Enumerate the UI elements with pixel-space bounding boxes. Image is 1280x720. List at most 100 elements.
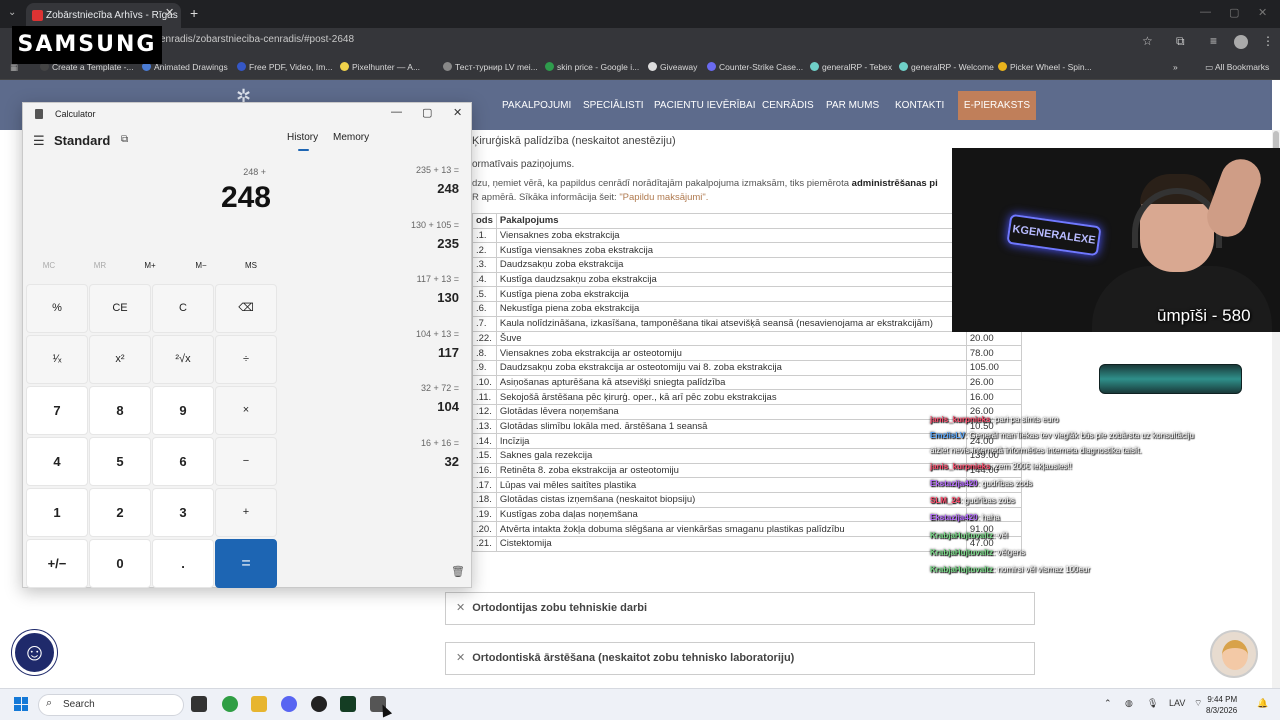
bookmark-3[interactable]: Free PDF, Video, Im... <box>237 62 332 72</box>
close-window-icon[interactable]: ✕ <box>1258 6 1267 19</box>
bookmark-9[interactable]: generalRP - Tebex <box>810 62 892 72</box>
profile-avatar-icon[interactable] <box>1234 35 1248 49</box>
backspace-button[interactable]: ⌫ <box>215 284 277 333</box>
media-control-icon[interactable]: ≡ <box>1210 34 1217 48</box>
nav-pacientu-ieverbai[interactable]: PACIENTU IEVĒRĪBAI <box>654 100 756 111</box>
bookmark-5[interactable]: Тест-турнир LV mei... <box>443 62 538 72</box>
browser-tab[interactable]: Zobārstniecība Arhīvs - Rīgas 1 <box>26 3 181 28</box>
history-expression[interactable]: 130 + 105 = <box>411 220 459 230</box>
plus-button[interactable]: + <box>215 488 277 537</box>
accessibility-icon[interactable]: ☺ <box>12 630 57 675</box>
bookmark-10[interactable]: generalRP - Welcome <box>899 62 994 72</box>
digit-7-button[interactable]: 7 <box>26 386 88 435</box>
ce-button[interactable]: CE <box>89 284 151 333</box>
reciprocal-button[interactable]: ¹⁄ₓ <box>26 335 88 384</box>
bookmark-4[interactable]: Pixelhunter — A... <box>340 62 420 72</box>
bookmark-6[interactable]: skin price - Google i... <box>545 62 639 72</box>
digit-6-button[interactable]: 6 <box>152 437 214 486</box>
history-expression[interactable]: 235 + 13 = <box>416 165 459 175</box>
digit-8-button[interactable]: 8 <box>89 386 151 435</box>
nav-kontakti[interactable]: KONTAKTI <box>895 100 944 111</box>
windows-start-icon[interactable] <box>14 697 28 711</box>
square-button[interactable]: x² <box>89 335 151 384</box>
bookmark-star-icon[interactable]: ☆ <box>1142 34 1153 48</box>
browser-menu-icon[interactable]: ⋮ <box>1262 34 1274 48</box>
app-x-icon[interactable] <box>340 696 356 712</box>
tray-overflow-icon[interactable]: ⌃ <box>1104 698 1112 709</box>
discord-icon[interactable] <box>281 696 297 712</box>
language-indicator[interactable]: LAV <box>1169 698 1185 708</box>
digit-3-button[interactable]: 3 <box>152 488 214 537</box>
nav-cenradis[interactable]: CENRĀDIS <box>762 100 814 111</box>
tab-history[interactable]: History <box>287 132 318 143</box>
accordion-ortho-treatment[interactable]: ✕ Ortodontiskā ārstēšana (neskaitot zobu … <box>445 642 1035 675</box>
url-field[interactable]: enradis/zobarstnieciba-cenradis/#post-26… <box>160 34 354 45</box>
nav-specialisti[interactable]: SPECIĀLISTI <box>583 100 644 111</box>
chat-assistant-avatar[interactable] <box>1210 630 1258 678</box>
multiply-button[interactable]: × <box>215 386 277 435</box>
new-tab-icon[interactable]: + <box>190 5 198 21</box>
percent-button[interactable]: % <box>26 284 88 333</box>
m-minus-button[interactable]: M− <box>181 261 221 270</box>
notifications-icon[interactable]: 🔔 <box>1257 698 1268 709</box>
all-bookmarks[interactable]: ▭ All Bookmarks <box>1205 62 1269 73</box>
extensions-icon[interactable]: ⧉ <box>1176 34 1185 49</box>
minimize-icon[interactable]: — <box>1200 6 1211 18</box>
digit-5-button[interactable]: 5 <box>89 437 151 486</box>
section-title[interactable]: Ķirurģiskā palīdzība (neskaitot anestēzi… <box>472 135 676 147</box>
calc-maximize-icon[interactable]: ▢ <box>422 106 432 119</box>
history-expression[interactable]: 117 + 13 = <box>417 274 459 284</box>
mc-button[interactable]: MC <box>29 261 69 270</box>
digit-4-button[interactable]: 4 <box>26 437 88 486</box>
history-result[interactable]: 130 <box>437 290 459 305</box>
task-view-icon[interactable] <box>191 696 207 712</box>
tab-close-icon[interactable]: ✕ <box>165 6 174 19</box>
sqrt-button[interactable]: ²√x <box>152 335 214 384</box>
digit-1-button[interactable]: 1 <box>26 488 88 537</box>
ms-button[interactable]: MS <box>231 261 271 270</box>
bookmark-11[interactable]: Picker Wheel - Spin... <box>998 62 1092 72</box>
history-result[interactable]: 104 <box>437 399 459 414</box>
digit-9-button[interactable]: 9 <box>152 386 214 435</box>
accordion-ortho-technical[interactable]: ✕ Ortodontijas zobu tehniskie darbi <box>445 592 1035 625</box>
digit-0-button[interactable]: 0 <box>89 539 151 588</box>
taskbar-clock[interactable]: 9:44 PM 8/3/2026 <box>1206 694 1237 716</box>
history-result[interactable]: 117 <box>438 345 459 360</box>
calc-menu-icon[interactable]: ☰ <box>33 133 45 149</box>
file-explorer-icon[interactable] <box>251 696 267 712</box>
bookmarks-overflow-icon[interactable]: » <box>1173 62 1178 72</box>
history-result[interactable]: 32 <box>445 454 459 469</box>
history-expression[interactable]: 32 + 72 = <box>421 383 459 393</box>
c-button[interactable]: C <box>152 284 214 333</box>
history-result[interactable]: 248 <box>437 181 459 196</box>
chrome-icon[interactable] <box>222 696 238 712</box>
maximize-icon[interactable]: ▢ <box>1229 6 1239 19</box>
calc-minimize-icon[interactable]: — <box>391 106 402 118</box>
bookmark-8[interactable]: Counter-Strike Case... <box>707 62 803 72</box>
keep-on-top-icon[interactable]: ⧉ <box>121 134 128 145</box>
history-expression[interactable]: 104 + 13 = <box>416 329 459 339</box>
nav-pakalpojumi[interactable]: PAKALPOJUMI <box>502 100 571 111</box>
minus-button[interactable]: − <box>215 437 277 486</box>
tab-search-icon[interactable]: ⌄ <box>8 7 16 18</box>
negate-button[interactable]: +/− <box>26 539 88 588</box>
obs-icon[interactable] <box>311 696 327 712</box>
nav-par-mums[interactable]: PAR MUMS <box>826 100 879 111</box>
taskbar-search[interactable]: Search <box>38 694 184 716</box>
history-result[interactable]: 235 <box>437 236 459 251</box>
e-pieraksts-button[interactable]: E-PIERAKSTS <box>958 91 1036 120</box>
tab-memory[interactable]: Memory <box>333 132 369 143</box>
bookmark-7[interactable]: Giveaway <box>648 62 697 72</box>
digit-2-button[interactable]: 2 <box>89 488 151 537</box>
m-plus-button[interactable]: M+ <box>130 261 170 270</box>
clear-history-icon[interactable]: 🗑 <box>451 565 465 578</box>
calc-close-icon[interactable]: ✕ <box>453 106 462 119</box>
microphone-icon[interactable]: 🎙 <box>1147 698 1158 709</box>
decimal-button[interactable]: . <box>152 539 214 588</box>
wifi-icon[interactable]: ⌔ <box>1194 698 1202 709</box>
equals-button[interactable]: = <box>215 539 277 588</box>
divide-button[interactable]: ÷ <box>215 335 277 384</box>
network-tray-icon[interactable]: ◍ <box>1125 698 1133 709</box>
additional-payments-link[interactable]: "Papildu maksājumi". <box>619 192 708 203</box>
history-expression[interactable]: 16 + 16 = <box>421 438 459 448</box>
